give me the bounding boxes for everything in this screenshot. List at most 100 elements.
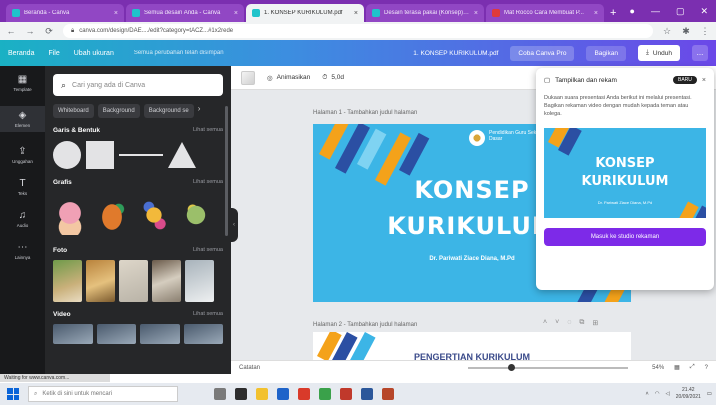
animate-button[interactable]: ◎ Animasikan — [267, 74, 310, 82]
close-icon[interactable]: × — [114, 10, 118, 17]
browser-tab[interactable]: Mat Rocco Cara Membuat P... × — [486, 4, 604, 22]
graphic-pencil-sharpener[interactable] — [95, 195, 129, 235]
zoom-level[interactable]: 54% — [652, 365, 664, 371]
download-button[interactable]: ⤓ Unduh — [637, 45, 680, 61]
hide-page-icon[interactable]: ◌ — [567, 319, 571, 327]
app-icon[interactable] — [235, 388, 247, 400]
video-thumbnail[interactable] — [96, 324, 136, 344]
circle-shape[interactable] — [53, 141, 81, 169]
see-all-link[interactable]: Lihat semua — [193, 247, 223, 254]
grid-view-icon[interactable]: ▦ — [674, 364, 680, 371]
close-window-icon[interactable]: ✕ — [700, 6, 708, 17]
powerpoint-icon[interactable] — [382, 388, 394, 400]
rail-item-more[interactable]: ⋯ Lainnya — [15, 242, 31, 260]
rail-item-elements[interactable]: ◈ Elemen — [0, 106, 45, 132]
file-explorer-icon[interactable] — [256, 388, 268, 400]
word-icon[interactable] — [361, 388, 373, 400]
taskbar-clock[interactable]: 21.42 20/09/2021 — [676, 387, 701, 401]
browser-tab[interactable]: Desain terasa pakai (Konsep) - Canva× — [366, 4, 484, 22]
panel-scrollbar[interactable] — [225, 106, 228, 236]
reload-icon[interactable]: ⟳ — [44, 26, 54, 37]
photo-thumbnail[interactable] — [152, 260, 181, 302]
chrome-icon[interactable] — [319, 388, 331, 400]
try-pro-button[interactable]: Coba Canva Pro — [510, 45, 575, 61]
rail-item-audio[interactable]: ♫ Audio — [17, 210, 29, 228]
resize-button[interactable]: Ubah ukuran — [74, 50, 114, 57]
square-shape[interactable] — [86, 141, 114, 169]
triangle-shape[interactable] — [168, 142, 196, 168]
extensions-icon[interactable]: ✱ — [681, 26, 691, 37]
windows-start-icon[interactable] — [4, 385, 22, 403]
graphic-hand-stickers[interactable] — [137, 195, 171, 235]
wifi-icon[interactable]: ◠ — [655, 391, 660, 397]
photo-thumbnail[interactable] — [119, 260, 148, 302]
taskbar-search-input[interactable]: ⌕ Ketik di sini untuk mencari — [28, 386, 178, 402]
chip-background[interactable]: Background — [97, 104, 140, 118]
close-icon[interactable]: × — [234, 10, 238, 17]
duration-button[interactable]: ⏱︎ 5,0d — [322, 74, 344, 82]
profile-icon[interactable]: ● — [630, 6, 635, 16]
chevron-up-icon[interactable]: ˄ — [543, 319, 547, 327]
back-icon[interactable]: ← — [6, 26, 16, 36]
close-icon[interactable]: × — [474, 10, 478, 17]
new-tab-icon[interactable]: + — [610, 7, 616, 19]
graphic-heart-hand[interactable] — [53, 195, 87, 235]
notes-button[interactable]: Catatan — [239, 365, 260, 371]
forward-icon[interactable]: → — [25, 26, 35, 36]
go-to-recording-studio-button[interactable]: Masuk ke studio rekaman — [544, 228, 706, 246]
rail-item-text[interactable]: T Teks — [18, 178, 27, 196]
more-options-button[interactable]: ... — [692, 45, 708, 61]
video-thumbnail[interactable] — [140, 324, 180, 344]
chevron-right-icon[interactable]: › — [198, 104, 201, 118]
graphic-plant[interactable] — [179, 195, 213, 235]
maximize-icon[interactable]: ▢ — [676, 6, 685, 17]
browser-menu-icon[interactable]: ⋮ — [700, 26, 710, 37]
minimize-icon[interactable]: — — [651, 6, 660, 16]
rail-item-template[interactable]: ▦ Template — [13, 74, 31, 92]
browser-tab[interactable]: Beranda - Canva × — [6, 4, 124, 22]
rail-item-uploads[interactable]: ⇪ Unggahan — [12, 146, 33, 164]
duplicate-page-icon[interactable]: ⧉ — [579, 319, 584, 327]
app-icon[interactable] — [277, 388, 289, 400]
arrow-line-shape[interactable] — [119, 154, 163, 156]
url-field[interactable]: 🔒︎ canva.com/design/DAE..../edit?categor… — [63, 24, 653, 38]
document-title[interactable]: 1. KONSEP KURIKULUM.pdf — [413, 50, 498, 57]
photo-thumbnail[interactable] — [86, 260, 115, 302]
collapse-panel-handle[interactable]: ‹ — [230, 208, 238, 242]
chip-background-se[interactable]: Background se — [143, 104, 194, 118]
zoom-slider-knob[interactable] — [508, 363, 516, 371]
background-color-swatch[interactable] — [241, 70, 255, 85]
notifications-icon[interactable]: ▭ — [707, 391, 712, 397]
see-all-link[interactable]: Lihat semua — [193, 179, 223, 186]
chevron-down-icon[interactable]: ˅ — [555, 319, 559, 327]
video-thumbnail[interactable] — [183, 324, 223, 344]
close-icon[interactable]: × — [702, 77, 706, 84]
chip-whiteboard[interactable]: Whiteboard — [53, 104, 94, 118]
zoom-slider[interactable] — [468, 363, 629, 371]
page-title-label[interactable]: Halaman 1 - Tambahkan judul halaman — [313, 110, 417, 116]
volume-icon[interactable]: ◁ — [666, 391, 670, 397]
fullscreen-icon[interactable]: ⤢ — [690, 364, 695, 371]
elements-search-input[interactable]: ⌕ Cari yang ada di Canva — [53, 74, 223, 96]
see-all-link[interactable]: Lihat semua — [193, 311, 223, 318]
video-thumbnail[interactable] — [53, 324, 93, 344]
share-button[interactable]: Bagikan — [586, 45, 626, 61]
app-icon[interactable] — [298, 388, 310, 400]
help-icon[interactable]: ? — [705, 365, 708, 371]
home-button[interactable]: Beranda — [8, 50, 34, 57]
file-menu[interactable]: File — [48, 50, 59, 57]
app-icon[interactable] — [340, 388, 352, 400]
bookmark-star-icon[interactable]: ☆ — [662, 26, 672, 37]
chevron-up-icon[interactable]: ˄ — [646, 391, 649, 397]
timer-icon: ⏱︎ — [322, 73, 328, 81]
task-view-icon[interactable] — [214, 388, 226, 400]
photo-thumbnail[interactable] — [53, 260, 82, 302]
close-icon[interactable]: × — [594, 10, 598, 17]
close-icon[interactable]: × — [354, 10, 358, 17]
see-all-link[interactable]: Lihat semua — [193, 127, 223, 134]
add-page-icon[interactable]: ⊞ — [592, 319, 598, 327]
photo-thumbnail[interactable] — [185, 260, 214, 302]
page-title-label[interactable]: Halaman 2 - Tambahkan judul halaman — [313, 322, 417, 328]
browser-tab[interactable]: Semua desain Anda - Canva × — [126, 4, 244, 22]
browser-tab-active[interactable]: 1. KONSEP KURIKULUM.pdf × — [246, 4, 364, 22]
